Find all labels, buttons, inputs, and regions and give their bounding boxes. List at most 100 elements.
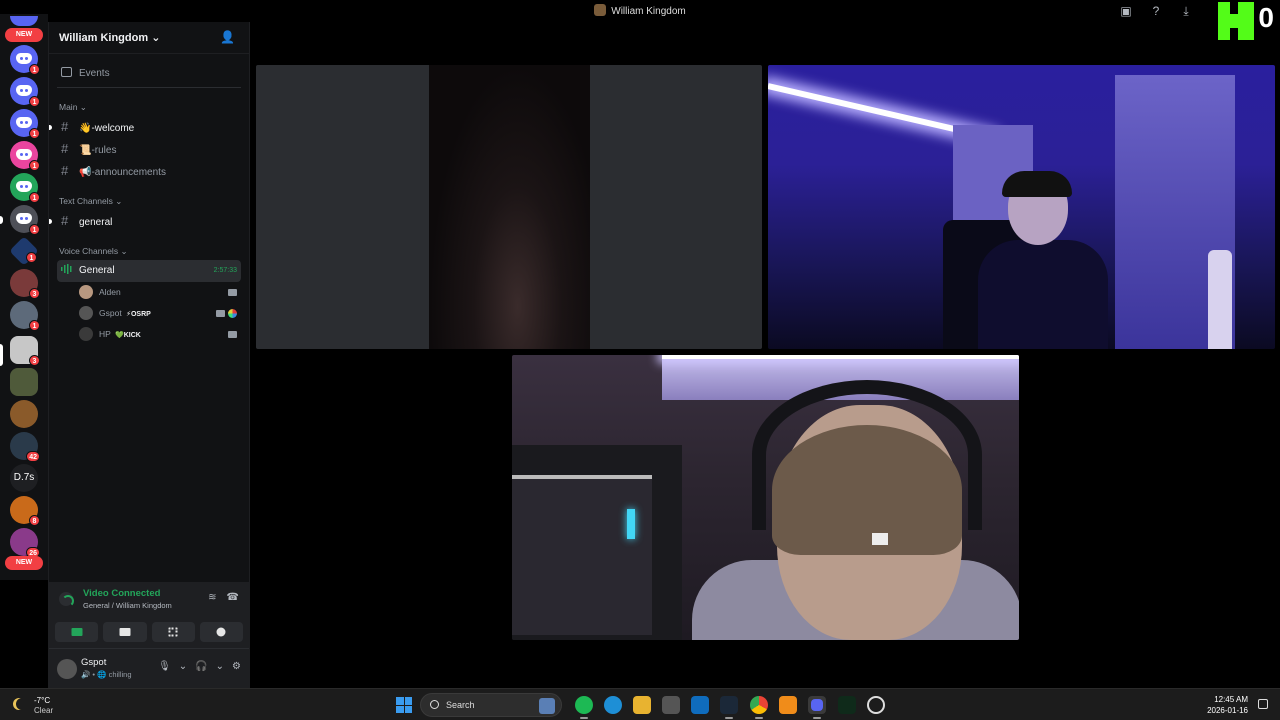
camera-icon [228, 289, 237, 296]
server-icon-d7s[interactable]: D.7s [10, 464, 38, 492]
server-icon[interactable]: 42 [10, 432, 40, 462]
avatar [79, 285, 93, 299]
category-main[interactable]: Main ⌄ [49, 98, 249, 116]
gear-icon[interactable]: ⚙ [232, 661, 241, 672]
noise-suppression-icon[interactable]: ≋ [208, 592, 216, 603]
video-tile-3[interactable] [512, 355, 1019, 640]
activities-icon [168, 627, 178, 637]
channel-sidebar: William Kingdom ⌄ 👤 Events Main ⌄ # 👋-wel… [48, 22, 250, 688]
discord-server-icon[interactable]: 1 [10, 45, 40, 75]
events-item[interactable]: Events [57, 58, 241, 88]
chrome-icon[interactable] [750, 696, 768, 719]
search-icon [430, 700, 439, 709]
avatar [79, 306, 93, 320]
voice-timer: 2:57:33 [213, 267, 237, 274]
disconnect-icon[interactable]: ☎ [227, 592, 239, 603]
help-icon[interactable]: ? [1148, 3, 1164, 19]
activities-button[interactable] [151, 622, 195, 642]
weather-widget[interactable]: -7°C Clear [10, 694, 90, 716]
discord-server-icon[interactable]: 1 [10, 205, 40, 235]
voice-wave-icon [61, 264, 72, 274]
channel-rules[interactable]: # 📜-rules [57, 138, 241, 160]
server-icon[interactable] [10, 368, 38, 396]
video-tile-2[interactable] [768, 65, 1275, 349]
channel-general[interactable]: # general [49, 210, 241, 232]
category-text-channels[interactable]: Text Channels ⌄ [49, 192, 249, 210]
activity-icon [228, 309, 237, 318]
title-bar: William Kingdom ▣ ? ⤓ 0 [0, 0, 1280, 40]
soundboard-button[interactable] [199, 622, 243, 642]
camera-icon [71, 628, 83, 636]
calendar-icon [61, 67, 72, 77]
file-explorer-icon[interactable] [633, 696, 651, 714]
store-icon[interactable] [662, 696, 680, 714]
moon-icon [16, 698, 28, 710]
search-highlight-icon [539, 698, 555, 714]
chevron-down-icon[interactable]: ⌄ [216, 661, 224, 672]
add-member-icon[interactable]: 👤 [220, 30, 235, 44]
recorder-icon[interactable] [867, 696, 885, 714]
hash-icon: # [61, 163, 69, 178]
server-icon[interactable] [10, 400, 38, 428]
voice-user-gspot[interactable]: Gspot ⚡OSRP [79, 303, 241, 324]
video-tile-1[interactable] [256, 65, 762, 349]
discord-server-icon[interactable]: 1 [10, 77, 40, 107]
microphone-icon[interactable]: 🎙 [158, 661, 171, 672]
unread-indicator [49, 219, 52, 224]
server-icon[interactable]: 8 [10, 496, 40, 526]
video-feed [429, 65, 590, 349]
category-voice-channels[interactable]: Voice Channels ⌄ [49, 242, 249, 260]
user-panel: Gspot 🔊 • 🌐 chilling 🎙 ⌄ 🎧 ⌄ ⚙ [49, 648, 249, 688]
system-clock[interactable]: 12:45 AM 2026-01-16 [1207, 694, 1248, 716]
camera-button[interactable] [55, 622, 99, 642]
window-title: William Kingdom [0, 4, 1280, 17]
download-icon[interactable]: ⤓ [1178, 3, 1194, 19]
hash-icon: # [61, 141, 69, 156]
spotify-icon[interactable] [575, 696, 593, 719]
inbox-icon[interactable]: ▣ [1118, 3, 1134, 19]
server-icon[interactable]: 1 [10, 301, 40, 331]
discord-server-icon[interactable]: 1 [10, 173, 40, 203]
edge-icon[interactable] [604, 696, 622, 714]
voice-channel-general[interactable]: General 2:57:33 [57, 260, 241, 282]
notification-icon[interactable] [1258, 699, 1268, 709]
voice-user-hp[interactable]: HP 💚KICK [79, 324, 241, 345]
discord-server-icon[interactable]: 1 [10, 109, 40, 139]
terminal-icon[interactable] [838, 696, 856, 714]
voice-connection-panel: Video Connected General / William Kingdo… [49, 582, 249, 648]
voice-user-alden[interactable]: Alden [79, 282, 241, 303]
selected-indicator [0, 344, 3, 366]
kick-counter: 0 [1258, 2, 1274, 33]
server-icon[interactable]: 26 [10, 528, 40, 558]
taskbar: -7°C Clear Search 12:45 AM 2026-01-16 [0, 688, 1280, 720]
vlc-icon[interactable] [779, 696, 797, 714]
signal-icon [59, 592, 73, 606]
discord-server-icon[interactable]: 1 [10, 141, 40, 171]
server-icon-william-kingdom[interactable]: 3 [10, 336, 40, 366]
taskbar-search[interactable]: Search [420, 693, 562, 717]
chevron-down-icon[interactable]: ⌄ [179, 661, 187, 672]
channel-announcements[interactable]: # 📢-announcements [57, 160, 241, 182]
steam-icon[interactable] [720, 696, 738, 719]
camera-icon [228, 331, 237, 338]
hash-icon: # [61, 119, 69, 134]
username[interactable]: Gspot [81, 657, 106, 668]
outlook-icon[interactable] [691, 696, 709, 714]
server-icon-partial[interactable] [10, 16, 38, 26]
screen-share-button[interactable] [103, 622, 147, 642]
discord-icon[interactable] [808, 696, 826, 719]
unread-indicator [49, 125, 52, 130]
title-bar-icons: ▣ ? ⤓ [1118, 3, 1194, 19]
camera-icon [216, 310, 225, 317]
headphones-icon[interactable]: 🎧 [195, 661, 207, 672]
channel-welcome[interactable]: # 👋-welcome [49, 116, 241, 138]
new-badge: NEW [5, 556, 43, 570]
start-button[interactable] [396, 697, 412, 713]
guild-header[interactable]: William Kingdom ⌄ 👤 [49, 22, 249, 54]
screen-share-icon [119, 628, 131, 636]
avatar[interactable] [57, 659, 77, 679]
server-list: NEW 1 1 1 1 1 1 1 3 1 3 42 D.7s 8 26 NEW [0, 14, 48, 580]
avatar [79, 327, 93, 341]
server-icon [594, 4, 607, 16]
server-icon[interactable]: 3 [10, 269, 40, 299]
